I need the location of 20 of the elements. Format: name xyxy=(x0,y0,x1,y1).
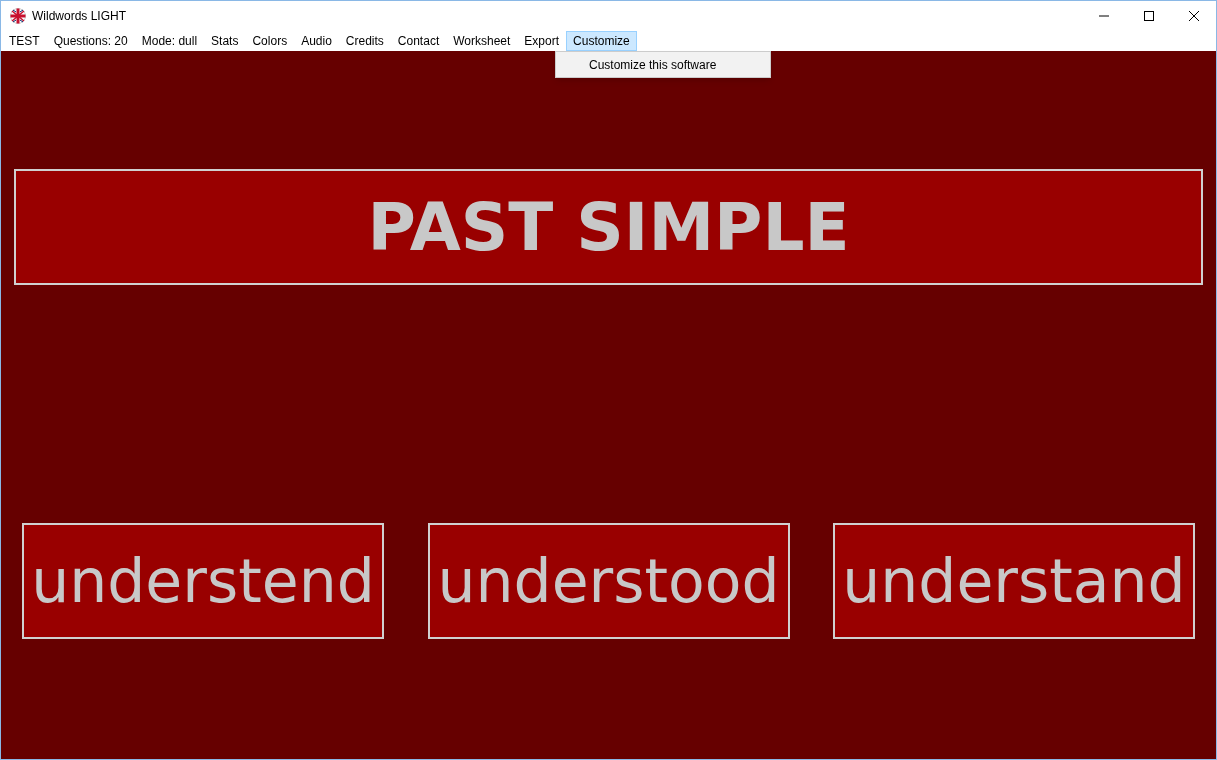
flag-icon xyxy=(10,7,26,24)
menu-item[interactable]: Stats xyxy=(204,30,246,51)
menu-item[interactable]: Worksheet xyxy=(446,30,518,51)
question-prompt: PAST SIMPLE xyxy=(367,187,850,268)
menu-item[interactable]: TEST xyxy=(2,30,47,51)
answer-button[interactable]: understood xyxy=(427,523,790,639)
menu-item[interactable]: Colors xyxy=(245,30,295,51)
menu-item[interactable]: Audio xyxy=(294,30,339,51)
menu-item[interactable]: Export xyxy=(517,30,567,51)
answer-button[interactable]: understand xyxy=(833,523,1195,639)
menu-item[interactable]: Customize xyxy=(566,30,637,51)
close-icon xyxy=(1188,10,1199,21)
menu-item[interactable]: Mode: dull xyxy=(134,30,205,51)
window-title: Wildwords LIGHT xyxy=(32,7,126,25)
dropdown-item[interactable]: Customize this software xyxy=(589,55,717,74)
menu-item[interactable]: Credits xyxy=(338,30,391,51)
answer-button[interactable]: understend xyxy=(22,523,384,639)
menu-item[interactable]: Contact xyxy=(390,30,447,51)
maximize-icon xyxy=(1143,10,1154,21)
menu-item[interactable]: Questions: 20 xyxy=(46,30,135,51)
